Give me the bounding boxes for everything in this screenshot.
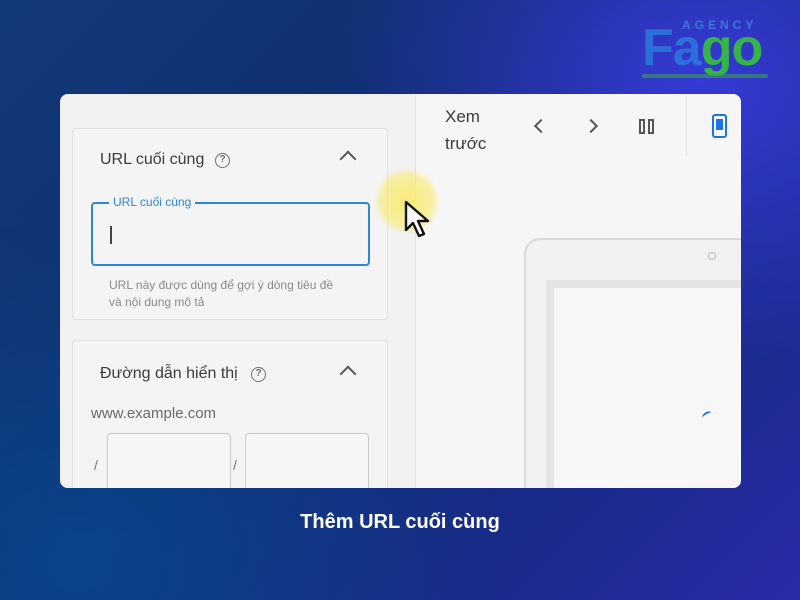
final-url-title: URL cuối cùng — [100, 151, 205, 168]
toolbar-divider — [686, 96, 687, 156]
mobile-preview-frame — [524, 238, 741, 488]
final-url-panel: URL cuối cùng ? URL cuối cùng URL này đư… — [72, 128, 388, 320]
fago-agency-logo: Fago AGENCY — [640, 14, 780, 84]
path-separator: / — [94, 457, 98, 473]
chevron-up-icon[interactable] — [339, 365, 357, 383]
camera-dot — [708, 252, 716, 260]
path-1-input[interactable] — [107, 433, 231, 488]
final-url-field-label: URL cuối cùng — [109, 195, 196, 209]
chevron-left-icon[interactable] — [533, 118, 549, 134]
mobile-phone-icon[interactable] — [712, 114, 727, 138]
help-circle-icon[interactable]: ? — [215, 153, 230, 168]
final-url-input[interactable] — [107, 220, 347, 246]
ad-settings-pane: URL cuối cùng ? URL cuối cùng URL này đư… — [60, 94, 416, 488]
ads-editor-screenshot: URL cuối cùng ? URL cuối cùng URL này đư… — [60, 94, 741, 488]
chevron-up-icon[interactable] — [339, 150, 357, 168]
text-caret — [110, 226, 112, 244]
path-separator: / — [233, 457, 237, 473]
mouse-pointer-icon — [404, 200, 430, 238]
final-url-hint: URL này được dùng để gợi ý dòng tiêu đề … — [109, 278, 334, 309]
mobile-preview-screen — [546, 280, 741, 488]
help-circle-icon[interactable]: ? — [251, 367, 266, 382]
display-path-panel: Đường dẫn hiển thị ? www.example.com / / — [72, 340, 388, 488]
logo-subtitle: AGENCY — [682, 18, 758, 32]
preview-pane: Xem trước — [416, 94, 741, 488]
final-url-field[interactable]: URL cuối cùng — [91, 195, 370, 266]
caption: Thêm URL cuối cùng — [300, 511, 500, 533]
display-path-title: Đường dẫn hiển thị — [100, 365, 238, 382]
path-2-input[interactable] — [245, 433, 369, 488]
columns-icon[interactable] — [639, 119, 655, 134]
chevron-right-icon[interactable] — [583, 118, 599, 134]
display-domain: www.example.com — [91, 405, 217, 422]
logo-tagline-bar — [642, 74, 768, 78]
preview-title: Xem trước — [445, 107, 487, 153]
